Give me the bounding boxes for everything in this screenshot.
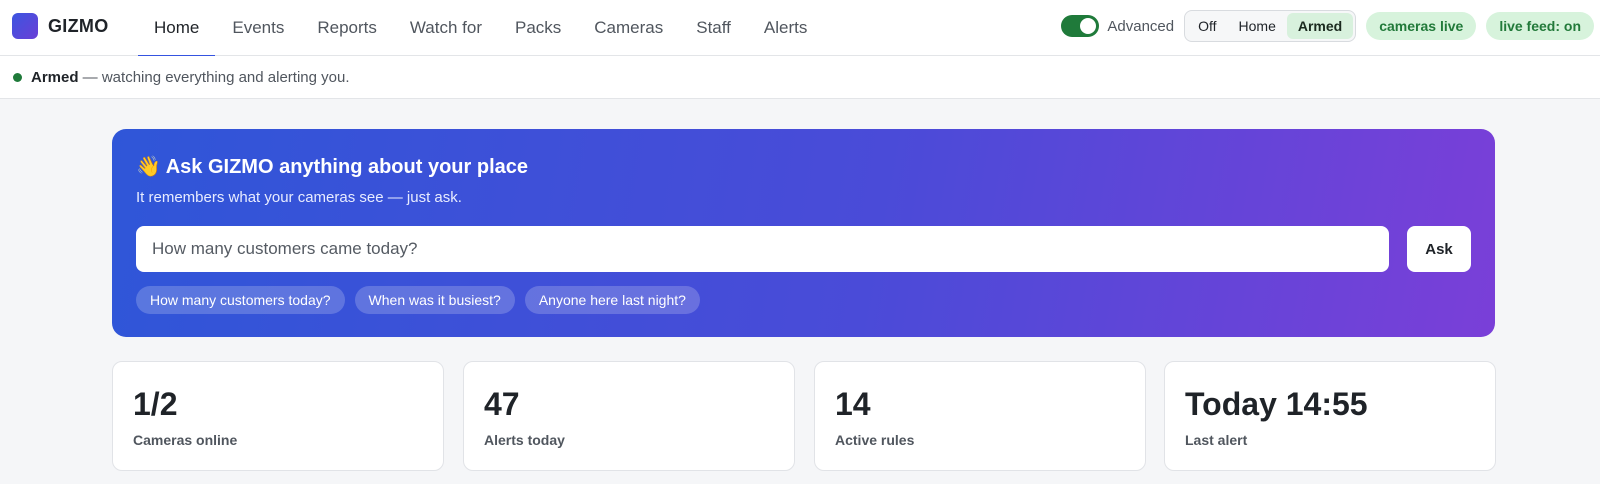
ask-button[interactable]: Ask [1407,226,1471,272]
nav-item-home[interactable]: Home [138,0,216,57]
advanced-toggle[interactable] [1061,15,1100,37]
stat-card-cameras-online[interactable]: 1/2 Cameras online [112,361,444,471]
top-navigation-bar: GIZMO Home Events Reports Watch for Pack… [0,0,1600,57]
status-message: Armed — watching everything and alerting… [31,69,350,86]
nav-item-staff[interactable]: Staff [680,0,747,56]
wave-icon: 👋 [136,156,161,178]
status-title: Armed [31,68,79,86]
gizmo-logo-icon [12,13,38,39]
stat-label: Active rules [835,432,915,448]
brand[interactable]: GIZMO [12,12,109,40]
header-controls: Advanced Off Home Armed cameras live liv… [1061,9,1594,43]
hero-title: 👋 Ask GIZMO anything about your place [136,154,528,179]
nav-item-cameras[interactable]: Cameras [578,0,679,56]
main-nav: Home Events Reports Watch for Packs Came… [138,0,824,57]
advanced-label: Advanced [1107,17,1175,35]
stat-card-active-rules[interactable]: 14 Active rules [814,361,1146,471]
live-feed-badge: live feed: on [1486,12,1594,40]
toggle-knob [1080,18,1097,34]
nav-item-alerts[interactable]: Alerts [748,0,823,56]
stat-value: 1/2 [133,386,178,422]
stat-card-alerts-today[interactable]: 47 Alerts today [463,361,795,471]
brand-name: GIZMO [48,15,109,36]
mode-off-button[interactable]: Off [1187,13,1227,39]
ask-hero-card: 👋 Ask GIZMO anything about your place It… [112,129,1495,337]
stat-value: Today 14:55 [1185,386,1368,422]
ask-input[interactable] [136,226,1389,272]
stat-value: 47 [484,386,520,422]
hero-title-text: Ask GIZMO anything about your place [165,156,528,178]
stat-card-last-alert[interactable]: Today 14:55 Last alert [1164,361,1496,471]
stat-label: Cameras online [133,432,238,448]
nav-item-events[interactable]: Events [216,0,300,56]
stat-label: Alerts today [484,432,565,448]
suggestion-chip[interactable]: When was it busiest? [354,286,515,314]
nav-item-reports[interactable]: Reports [301,0,393,56]
status-bar: Armed — watching everything and alerting… [0,56,1600,99]
stat-label: Last alert [1185,432,1248,448]
nav-item-watch-for[interactable]: Watch for [394,0,498,56]
nav-item-packs[interactable]: Packs [499,0,577,56]
cameras-live-badge: cameras live [1366,12,1477,40]
mode-selector: Off Home Armed [1184,10,1357,42]
stat-value: 14 [835,386,871,422]
mode-home-button[interactable]: Home [1228,13,1287,39]
hero-subtitle: It remembers what your cameras see — jus… [136,189,462,206]
mode-armed-button[interactable]: Armed [1286,13,1354,39]
status-dot-icon [13,72,22,82]
suggestion-chips: How many customers today? When was it bu… [136,286,710,314]
status-description: — watching everything and alerting you. [78,68,350,86]
suggestion-chip[interactable]: How many customers today? [136,286,345,314]
suggestion-chip[interactable]: Anyone here last night? [524,286,700,314]
